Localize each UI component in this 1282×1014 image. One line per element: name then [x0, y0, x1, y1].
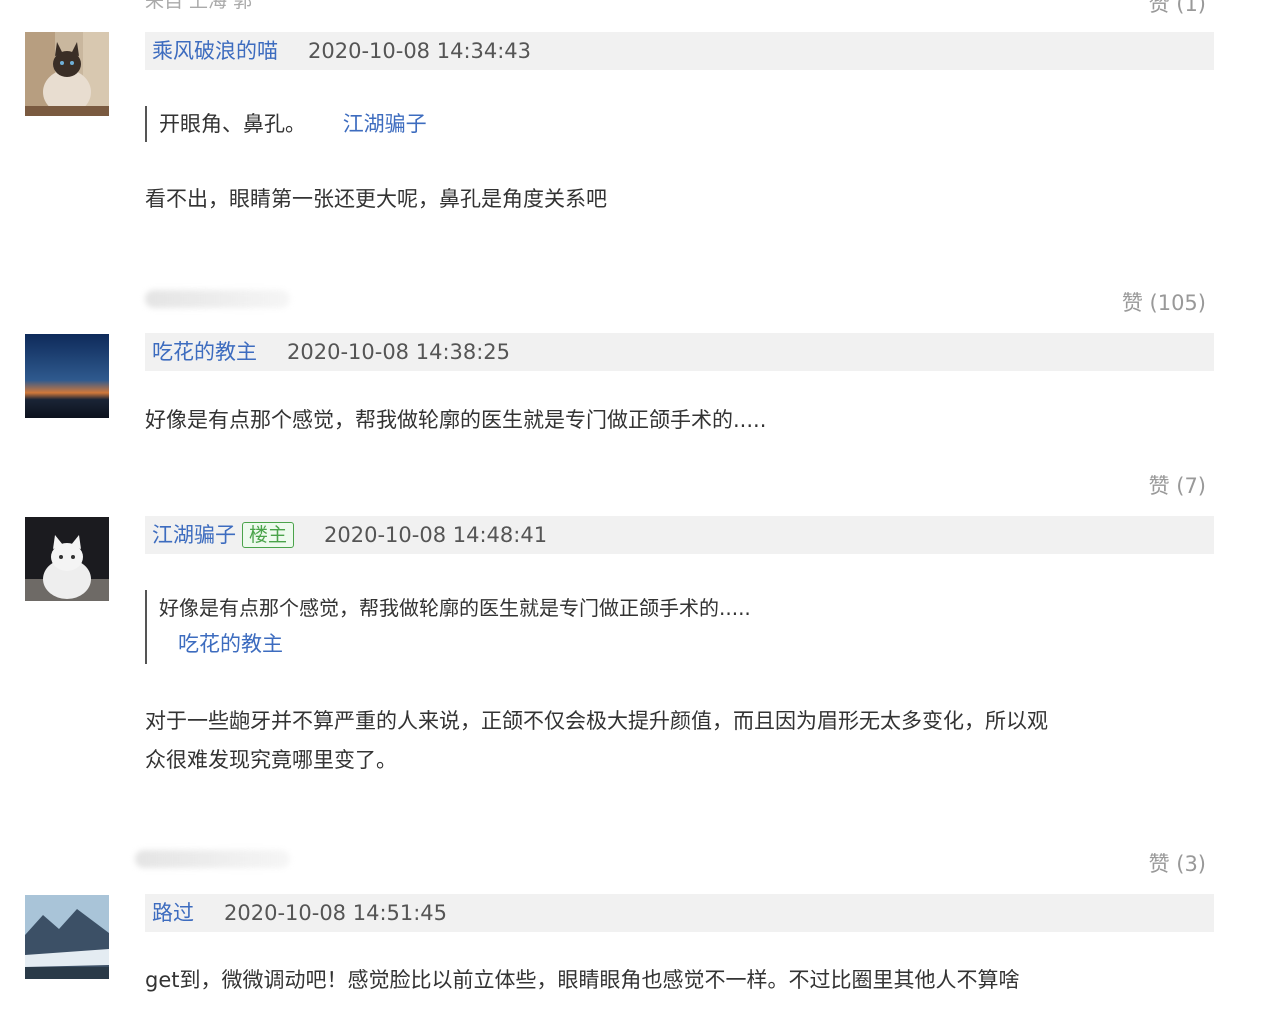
- like-button[interactable]: 赞 (7): [1149, 470, 1206, 500]
- quote-text: 好像是有点那个感觉，帮我做轮廓的医生就是专门做正颌手术的.....: [159, 596, 751, 620]
- comment-body: 好像是有点那个感觉，帮我做轮廓的医生就是专门做正颌手术的.....: [145, 408, 767, 432]
- comment-header: 乘风破浪的喵 2020-10-08 14:34:43: [145, 32, 1214, 70]
- comment-time: 2020-10-08 14:38:25: [287, 340, 511, 364]
- quote-block: 开眼角、鼻孔。 江湖骗子: [145, 106, 427, 142]
- comment-header: 江湖骗子 楼主 2020-10-08 14:48:41: [145, 516, 1214, 554]
- username-link[interactable]: 路过: [152, 894, 194, 932]
- username-link[interactable]: 乘风破浪的喵: [152, 32, 278, 70]
- comment-time: 2020-10-08 14:48:41: [324, 523, 548, 547]
- comment-body-line: 对于一些龅牙并不算严重的人来说，正颌不仅会极大提升颜值，而且因为眉形无太多变化，…: [145, 709, 1048, 733]
- quote-block: 好像是有点那个感觉，帮我做轮廓的医生就是专门做正颌手术的..... 吃花的教主: [145, 590, 751, 664]
- username-link[interactable]: 江湖骗子: [152, 516, 236, 554]
- comment-header: 吃花的教主 2020-10-08 14:38:25: [145, 333, 1214, 371]
- like-button[interactable]: 赞 (1): [1149, 0, 1206, 18]
- avatar[interactable]: [25, 334, 109, 418]
- blurred-meta: [145, 290, 290, 308]
- comment-body: 看不出，眼睛第一张还更大呢，鼻孔是角度关系吧: [145, 187, 607, 211]
- white-cat-avatar-icon: [25, 517, 109, 601]
- comment-time: 2020-10-08 14:34:43: [308, 39, 532, 63]
- username-link[interactable]: 吃花的教主: [152, 333, 257, 371]
- avatar[interactable]: [25, 32, 109, 116]
- comment-body-line: 众很难发现究竟哪里变了。: [145, 748, 397, 772]
- comment-body: get到，微微调动吧！感觉脸比以前立体些，眼睛眼角也感觉不一样。不过比圈里其他人…: [145, 968, 1020, 992]
- top-meta-fragment: 来自 上海 郭: [145, 0, 253, 12]
- blurred-meta: [135, 850, 290, 868]
- mountain-avatar-icon: [25, 895, 109, 979]
- quote-text: 开眼角、鼻孔。: [159, 112, 306, 136]
- avatar[interactable]: [25, 517, 109, 601]
- quote-author-link[interactable]: 吃花的教主: [178, 626, 751, 662]
- comment-time: 2020-10-08 14:51:45: [224, 901, 448, 925]
- sunset-avatar-icon: [25, 334, 109, 418]
- comment-header: 路过 2020-10-08 14:51:45: [145, 894, 1214, 932]
- cat-avatar-icon: [25, 32, 109, 116]
- like-button[interactable]: 赞 (105): [1122, 287, 1206, 317]
- avatar[interactable]: [25, 895, 109, 979]
- op-badge: 楼主: [242, 522, 295, 548]
- quote-author-link[interactable]: 江湖骗子: [343, 112, 427, 136]
- like-button[interactable]: 赞 (3): [1149, 848, 1206, 878]
